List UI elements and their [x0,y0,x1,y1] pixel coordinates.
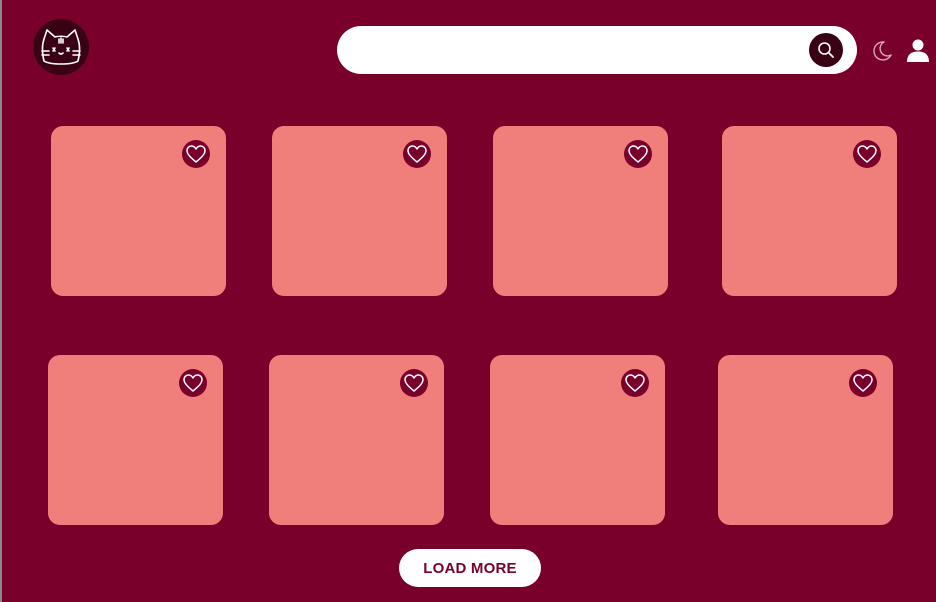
favorite-button[interactable] [624,140,652,168]
favorite-button[interactable] [400,369,428,397]
search-input[interactable] [355,34,799,68]
favorite-button[interactable] [403,140,431,168]
heart-icon [857,145,877,163]
favorite-button[interactable] [621,369,649,397]
favorite-button[interactable] [182,140,210,168]
search-icon [818,42,834,58]
image-card[interactable] [272,126,447,296]
heart-icon [625,374,645,392]
heart-icon [404,374,424,392]
image-card[interactable] [51,126,226,296]
heart-icon [407,145,427,163]
heart-icon [183,374,203,392]
image-card[interactable] [718,355,893,525]
cat-logo[interactable] [33,19,89,75]
heart-icon [853,374,873,392]
search-bar [337,26,857,74]
favorite-button[interactable] [849,369,877,397]
image-card[interactable] [493,126,668,296]
user-icon[interactable] [905,37,931,63]
image-card[interactable] [48,355,223,525]
image-card[interactable] [269,355,444,525]
heart-icon [186,145,206,163]
moon-icon[interactable] [871,40,893,62]
image-card[interactable] [490,355,665,525]
cat-face-icon [41,29,81,65]
heart-icon [628,145,648,163]
load-more-button[interactable]: LOAD MORE [399,549,541,587]
image-card[interactable] [722,126,897,296]
search-button[interactable] [809,33,843,67]
favorite-button[interactable] [853,140,881,168]
favorite-button[interactable] [179,369,207,397]
window-edge [0,0,2,602]
